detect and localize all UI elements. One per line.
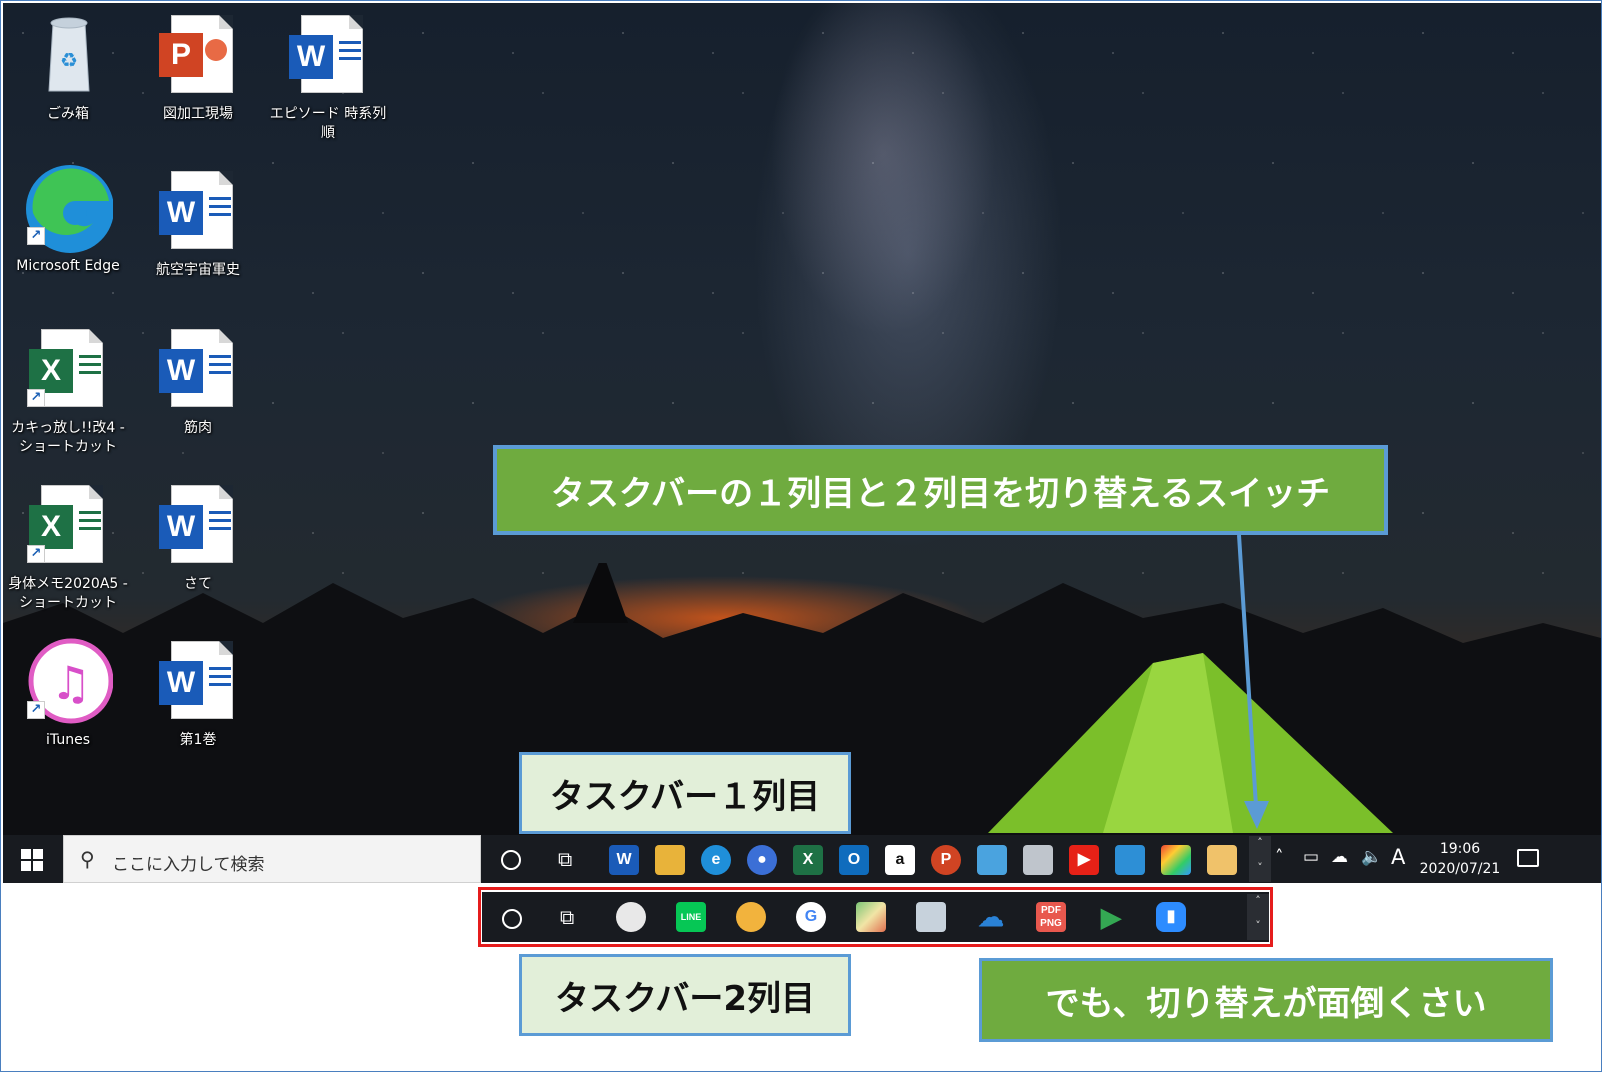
word-icon: W [159, 661, 203, 705]
people-icon[interactable]: ● [747, 845, 777, 875]
desktop-icon-label: 図加工現場 [163, 106, 233, 122]
callout-switch-label: タスクバーの１列目と２列目を切り替えるスイッチ [493, 445, 1388, 535]
desktop-icon-excel-shortcut[interactable]: X ↗ 身体メモ2020A5 - ショートカット [3, 481, 133, 613]
desktop-icon-label: 身体メモ2020A5 - ショートカット [8, 576, 128, 611]
taskbar-row-switch[interactable]: ˄ ˅ [1247, 894, 1269, 940]
desktop-icon-word[interactable]: W エピソード 時系列順 [263, 11, 393, 143]
play-store-icon[interactable]: ▶ [1096, 902, 1126, 932]
desktop-icon-word[interactable]: W 航空宇宙軍史 [133, 167, 263, 280]
volume-icon[interactable]: 🔈 [1361, 847, 1382, 867]
cortana-icon[interactable] [501, 850, 521, 870]
desktop-icon-edge[interactable]: ↗ Microsoft Edge [3, 163, 133, 276]
photos-icon[interactable] [1115, 845, 1145, 875]
desktop-icon-word[interactable]: W 第1巻 [133, 637, 263, 750]
google-icon[interactable]: G [796, 902, 826, 932]
clock-time: 19:06 [1439, 841, 1481, 857]
svg-text:♫: ♫ [50, 656, 91, 710]
desktop: ♻ ごみ箱 ↗ Microsoft Edge X ↗ カキっ放し!!改4 - シ… [3, 3, 1601, 853]
desktop-icon-label: 筋肉 [184, 420, 212, 436]
excel-icon: X [29, 505, 73, 549]
word-icon: W [159, 349, 203, 393]
powerpoint-icon[interactable]: P [931, 845, 961, 875]
callout-row1-label: タスクバー１列目 [519, 752, 851, 834]
callout-row2-label: タスクバー2列目 [519, 954, 851, 1036]
inbox-icon[interactable] [916, 902, 946, 932]
task-view-icon[interactable]: ⧉ [558, 849, 572, 869]
desktop-icon-label: iTunes [46, 732, 90, 748]
scanner-icon[interactable] [1023, 845, 1053, 875]
desktop-icon-label: カキっ放し!!改4 - ショートカット [11, 420, 125, 455]
chevron-up-icon[interactable]: ˄ [1275, 847, 1284, 867]
desktop-icon-recycle-bin[interactable]: ♻ ごみ箱 [3, 11, 133, 124]
excel-icon[interactable]: X [793, 845, 823, 875]
windows-start-icon[interactable] [21, 849, 43, 871]
amazon-icon[interactable]: a [885, 845, 915, 875]
desktop-icon-label: ごみ箱 [47, 106, 89, 122]
word-icon: W [159, 505, 203, 549]
desktop-icon-label: Microsoft Edge [16, 258, 120, 274]
chevron-up-icon: ˄ [1257, 836, 1263, 849]
youtube-icon[interactable]: ▶ [1069, 845, 1099, 875]
powerpoint-icon: P [159, 33, 203, 77]
paint-icon[interactable] [1207, 845, 1237, 875]
desktop-icon-label: エピソード 時系列順 [269, 106, 387, 141]
file-explorer-icon[interactable] [655, 845, 685, 875]
shortcut-arrow-icon: ↗ [27, 701, 45, 719]
edge-icon[interactable]: e [701, 845, 731, 875]
callout-note-label: でも、切り替えが面倒くさい [979, 958, 1553, 1042]
desktop-icon-excel-shortcut[interactable]: X ↗ カキっ放し!!改4 - ショートカット [3, 325, 133, 457]
desktop-icon-powerpoint[interactable]: P 図加工現場 [133, 11, 263, 124]
ime-indicator[interactable]: A [1391, 845, 1405, 869]
taskbar-row-2: ⧉ LINE G ☁ PDF PNG ▶ ▮ ˄ ˅ [482, 892, 1269, 942]
battery-icon[interactable]: ▭ [1303, 847, 1319, 867]
excel-icon: X [29, 349, 73, 393]
desktop-icon-label: 航空宇宙軍史 [156, 262, 240, 278]
taskbar-row-1: ⚲ ここに入力して検索 ⧉ W e ● X O a P ▶ ˄ ˅ ˄ ▭ ☁ … [3, 835, 1601, 883]
line-icon[interactable]: LINE [676, 902, 706, 932]
outlook-icon[interactable]: O [839, 845, 869, 875]
map-icon[interactable] [856, 902, 886, 932]
desktop-icon-word[interactable]: W 筋肉 [133, 325, 263, 438]
clock[interactable]: 19:06 2020/07/21 [1411, 839, 1509, 879]
taskbar-row-switch[interactable]: ˄ ˅ [1249, 836, 1271, 882]
control-panel-icon[interactable] [977, 845, 1007, 875]
desktop-icon-label: 第1巻 [179, 732, 217, 748]
pdf-png-icon[interactable]: PDF PNG [1036, 902, 1066, 932]
chevron-up-icon: ˄ [1255, 894, 1261, 907]
chevron-down-icon: ˅ [1257, 861, 1263, 874]
clock-date: 2020/07/21 [1419, 861, 1501, 877]
onedrive-icon[interactable]: ☁ [1331, 847, 1348, 867]
shortcut-arrow-icon: ↗ [27, 545, 45, 563]
recycle-bin-icon: ♻ [48, 17, 90, 92]
shortcut-arrow-icon: ↗ [27, 227, 45, 245]
word-icon[interactable]: W [609, 845, 639, 875]
desktop-icon-itunes[interactable]: ♫ ↗ iTunes [3, 637, 133, 750]
task-view-icon[interactable]: ⧉ [560, 907, 574, 927]
svg-text:♻: ♻ [60, 48, 78, 72]
game-icon[interactable] [736, 902, 766, 932]
search-icon: ⚲ [80, 847, 95, 871]
word-icon: W [159, 191, 203, 235]
screenshot-frame: ♻ ごみ箱 ↗ Microsoft Edge X ↗ カキっ放し!!改4 - シ… [0, 0, 1602, 1072]
desktop-icon-label: さて [184, 576, 212, 592]
search-box[interactable]: ⚲ ここに入力して検索 [63, 835, 481, 883]
chevron-down-icon: ˅ [1255, 919, 1261, 932]
onedrive-icon[interactable]: ☁ [976, 902, 1006, 932]
zoom-icon[interactable]: ▮ [1156, 902, 1186, 932]
search-placeholder: ここに入力して検索 [112, 855, 265, 875]
cortana-icon[interactable] [502, 909, 522, 929]
shortcut-arrow-icon: ↗ [27, 389, 45, 407]
color-icon[interactable] [1161, 845, 1191, 875]
word-icon: W [289, 35, 333, 79]
snipping-icon[interactable] [616, 902, 646, 932]
notification-icon[interactable] [1517, 849, 1539, 867]
desktop-icon-word[interactable]: W さて [133, 481, 263, 594]
